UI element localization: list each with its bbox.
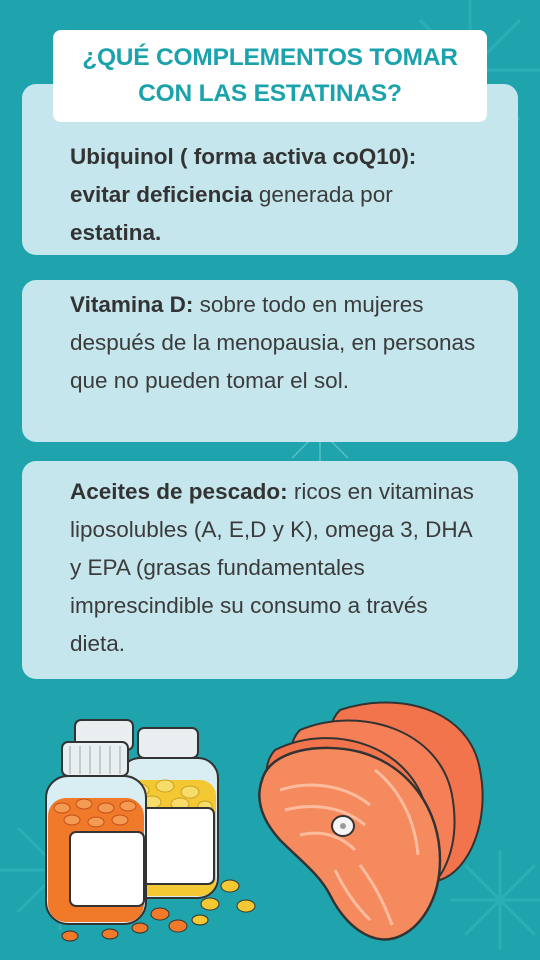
card-2-bold-1: Vitamina D: [70, 292, 194, 317]
card-1-text: generada por [252, 182, 393, 207]
illustration [45, 701, 484, 942]
card-vitamina-d: Vitamina D: sobre todo en mujeres despué… [22, 280, 518, 442]
card-3-text: ricos en vitaminas liposolubles (A, E,D … [70, 479, 474, 656]
card-1-bold-1: Ubiquinol ( forma activa coQ10): [70, 144, 417, 169]
title-box: ¿QUÉ COMPLEMENTOS TOMAR CON LAS ESTATINA… [53, 30, 487, 122]
card-aceites-pescado: Aceites de pescado: ricos en vitaminas l… [22, 461, 518, 679]
pill-bottle-icon [45, 719, 256, 942]
salmon-steak-icon [258, 701, 484, 941]
page-title: ¿QUÉ COMPLEMENTOS TOMAR CON LAS ESTATINA… [82, 44, 458, 107]
card-3-bold-1: Aceites de pescado: [70, 479, 288, 504]
card-1-bold-2: evitar deficiencia [70, 182, 253, 207]
card-1-bold-3: estatina. [70, 220, 162, 245]
